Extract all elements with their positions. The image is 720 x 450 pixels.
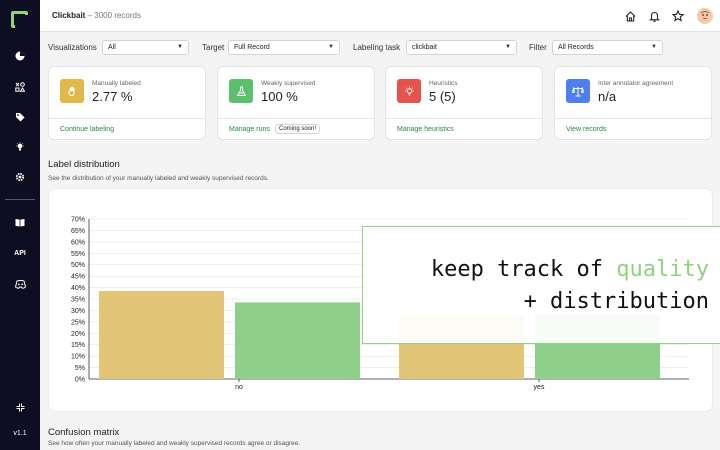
tag-icon[interactable] [0, 108, 40, 126]
y-tick-label: 45% [71, 274, 85, 281]
card-value: n/a [598, 89, 617, 104]
y-tick-label: 25% [71, 319, 85, 326]
y-tick-label: 70% [71, 217, 85, 224]
view-records-link[interactable]: View records [566, 126, 606, 133]
card-value: 100 % [261, 89, 298, 104]
card-divider [49, 118, 205, 119]
y-tick-label: 65% [71, 228, 85, 235]
coming-soon-badge: Coming soon! [275, 124, 321, 134]
y-tick-label: 20% [71, 331, 85, 338]
filter-label: Filter [529, 43, 547, 52]
label-distribution-title: Label distribution [48, 159, 120, 170]
callout-line-1: keep track of quality [431, 257, 709, 282]
x-tick-label: yes [534, 384, 545, 391]
inter-annotator-card: Inter annotator agreement n/a View recor… [554, 66, 712, 140]
hand-icon [60, 79, 84, 103]
visualizations-select[interactable]: All ▼ [102, 40, 189, 55]
y-tick-label: 55% [71, 251, 85, 258]
promo-callout: keep track of quality + distribution [362, 226, 720, 344]
chevron-down-icon: ▼ [505, 44, 511, 50]
y-tick-label: 40% [71, 285, 85, 292]
heuristics-card: Heuristics 5 (5) Manage heuristics [385, 66, 543, 140]
callout-line-2: + distribution [523, 289, 709, 314]
bar-no-1 [235, 302, 360, 379]
target-value: Full Record [234, 44, 270, 51]
manually-labeled-card: Manually labeled 2.77 % Continue labelin… [48, 66, 206, 140]
y-tick-label: 30% [71, 308, 85, 315]
logo[interactable] [11, 11, 28, 28]
lightbulb-icon [397, 79, 421, 103]
y-tick-label: 50% [71, 262, 85, 269]
manage-heuristics-link[interactable]: Manage heuristics [397, 126, 454, 133]
labeling-task-label: Labeling task [353, 43, 401, 52]
bar-no-0 [99, 291, 224, 379]
filter-value: All Records [558, 44, 594, 51]
lightbulb-icon[interactable] [0, 138, 40, 156]
callout-prefix: keep track of [430, 257, 617, 282]
gear-icon[interactable] [0, 168, 40, 186]
card-label: Heuristics [429, 80, 458, 87]
book-icon[interactable] [0, 213, 40, 231]
card-label: Inter annotator agreement [598, 80, 674, 87]
overview-pie-icon[interactable] [0, 47, 40, 65]
discord-icon[interactable] [0, 275, 40, 293]
y-tick-label: 10% [71, 354, 85, 361]
chevron-down-icon: ▼ [651, 44, 657, 50]
card-divider [386, 118, 542, 119]
chevron-down-icon: ▼ [328, 44, 334, 50]
y-tick-label: 60% [71, 239, 85, 246]
chevron-down-icon: ▼ [177, 44, 183, 50]
y-tick-label: 35% [71, 297, 85, 304]
home-icon[interactable] [623, 9, 637, 23]
filter-select[interactable]: All Records ▼ [552, 40, 663, 55]
collapse-icon[interactable] [0, 398, 40, 416]
sidebar: API v1.1 [0, 0, 40, 450]
confusion-matrix-title: Confusion matrix [48, 427, 120, 438]
top-bar: Clickbait – 3000 records [40, 0, 720, 32]
visualizations-label: Visualizations [48, 43, 97, 52]
y-tick-label: 5% [75, 365, 85, 372]
filter-bar: Visualizations All ▼ Target Full Record … [40, 38, 720, 58]
card-value: 5 (5) [429, 89, 456, 104]
labeling-task-value: clickbait [412, 44, 437, 51]
card-divider [555, 118, 711, 119]
card-label: Weakly supervised [261, 80, 316, 87]
visualizations-value: All [108, 44, 116, 51]
weakly-supervised-card: Weakly supervised 100 % Manage runs Comi… [217, 66, 375, 140]
shapes-icon[interactable] [0, 78, 40, 96]
page-title: Clickbait – 3000 records [52, 11, 141, 20]
target-select[interactable]: Full Record ▼ [228, 40, 340, 55]
sidebar-divider [5, 199, 35, 200]
callout-highlight: quality [616, 257, 709, 282]
continue-labeling-link[interactable]: Continue labeling [60, 126, 114, 133]
confusion-matrix-description: See how often your manually labeled and … [48, 440, 301, 447]
manage-runs-link[interactable]: Manage runs [229, 126, 270, 133]
flask-icon [229, 79, 253, 103]
avatar[interactable] [697, 8, 713, 24]
card-value: 2.77 % [92, 89, 133, 104]
y-tick-label: 0% [75, 377, 85, 384]
card-divider [218, 118, 374, 119]
target-label: Target [202, 43, 225, 52]
version-label: v1.1 [13, 429, 27, 437]
api-link[interactable]: API [0, 244, 40, 262]
bell-icon[interactable] [647, 9, 661, 23]
scale-icon [566, 79, 590, 103]
record-count: 3000 records [94, 11, 141, 20]
card-label: Manually labeled [92, 80, 141, 87]
labeling-task-select[interactable]: clickbait ▼ [406, 40, 517, 55]
star-icon[interactable] [671, 9, 685, 23]
y-tick-label: 15% [71, 342, 85, 349]
x-tick-label: no [235, 384, 243, 391]
project-name: Clickbait [52, 11, 86, 20]
label-distribution-description: See the distribution of your manually la… [48, 175, 269, 182]
